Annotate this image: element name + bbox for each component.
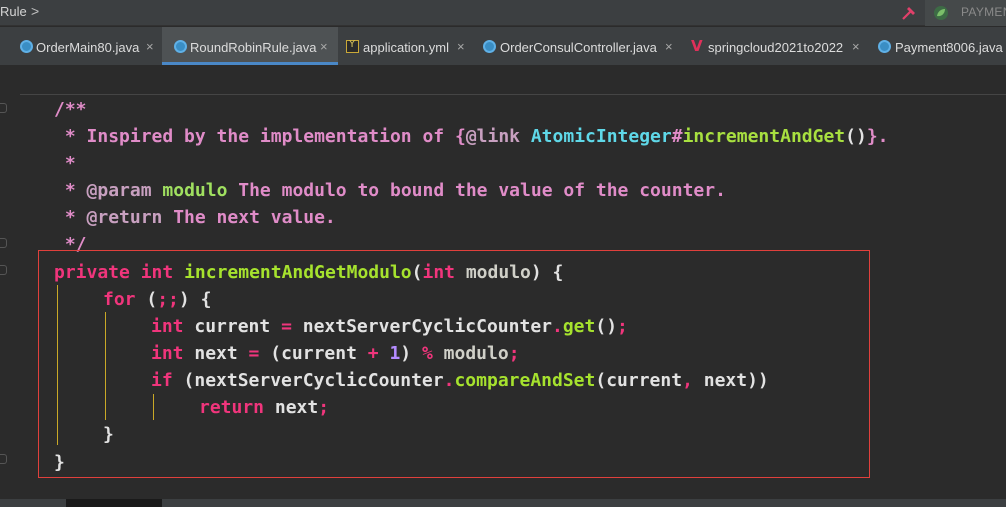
close-icon[interactable]: ×	[852, 39, 860, 54]
code-token: Inspired by the implementation of {	[86, 126, 466, 147]
tab-label: RoundRobinRule.java	[190, 40, 317, 55]
code-token: @link	[465, 126, 520, 147]
class-icon	[878, 40, 891, 53]
run-configuration-label: PAYMEN	[961, 5, 1006, 19]
code-token: *	[54, 180, 87, 201]
code-line: /**	[54, 97, 87, 123]
close-icon[interactable]: ×	[320, 39, 328, 54]
method-separator	[20, 94, 1006, 95]
code-token: modulo	[162, 180, 228, 201]
code-token: *	[54, 126, 87, 147]
vue-icon: V	[691, 37, 703, 55]
code-token: incrementAndGet	[682, 126, 846, 147]
code-token: @param	[86, 180, 152, 201]
class-icon	[174, 40, 187, 53]
fold-marker-icon[interactable]	[0, 265, 7, 275]
tab-payment8006[interactable]: Payment8006.java	[868, 27, 1006, 65]
fold-marker-icon[interactable]	[0, 103, 7, 113]
bottom-bar	[0, 499, 1006, 507]
tab-roundrobinrule[interactable]: RoundRobinRule.java ×	[162, 27, 338, 65]
fold-marker-icon[interactable]	[0, 238, 7, 248]
chevron-right-icon: >	[31, 3, 40, 19]
highlight-box	[38, 250, 870, 478]
tab-springcloud2021to2022[interactable]: V springcloud2021to2022 ×	[682, 27, 868, 65]
code-line: *	[54, 151, 76, 177]
close-icon[interactable]: ×	[457, 39, 465, 54]
code-line: * @return The next value.	[54, 205, 336, 231]
code-line: * Inspired by the implementation of {@li…	[54, 124, 889, 150]
code-token: @return	[86, 207, 163, 228]
class-icon	[483, 40, 496, 53]
code-editor[interactable]: /** * Inspired by the implementation of …	[0, 65, 1006, 499]
code-line: * @param modulo The modulo to bound the …	[54, 178, 726, 204]
breadcrumb-item[interactable]: Rule	[0, 4, 27, 19]
tab-label: springcloud2021to2022	[708, 40, 844, 55]
code-token: AtomicInteger	[530, 126, 672, 147]
fold-marker-icon[interactable]	[0, 454, 7, 464]
tab-ordermain80[interactable]: OrderMain80.java ×	[0, 27, 160, 65]
yaml-icon-letter: Y	[349, 39, 356, 50]
yaml-icon: Y	[346, 39, 359, 53]
spring-leaf-icon	[934, 6, 948, 20]
editor-tab-bar: OrderMain80.java × RoundRobinRule.java ×…	[0, 27, 1006, 65]
code-token: The modulo to bound the value of the cou…	[227, 180, 726, 201]
tab-label: Payment8006.java	[895, 40, 1003, 55]
close-icon[interactable]: ×	[146, 39, 154, 54]
code-token: The next value.	[162, 207, 336, 228]
code-token: /**	[54, 99, 87, 120]
code-token: ()	[845, 126, 867, 147]
code-token: *	[54, 207, 87, 228]
navigation-bar: Rule > PAYMEN	[0, 0, 1006, 26]
code-token: *	[54, 153, 76, 174]
tab-orderconsulcontroller[interactable]: OrderConsulController.java ×	[472, 27, 682, 65]
tab-application-yml[interactable]: Y application.yml ×	[338, 27, 472, 65]
code-token: }.	[866, 126, 889, 147]
tab-label: application.yml	[363, 40, 449, 55]
code-token: #	[671, 126, 683, 147]
build-hammer-icon[interactable]	[899, 3, 919, 23]
gutter	[0, 65, 10, 499]
tab-label: OrderMain80.java	[36, 40, 140, 55]
class-icon	[20, 40, 33, 53]
run-configuration-selector[interactable]: PAYMEN	[925, 0, 1006, 26]
bottom-panel-tab[interactable]	[66, 499, 162, 507]
tab-label: OrderConsulController.java	[500, 40, 657, 55]
close-icon[interactable]: ×	[665, 39, 673, 54]
